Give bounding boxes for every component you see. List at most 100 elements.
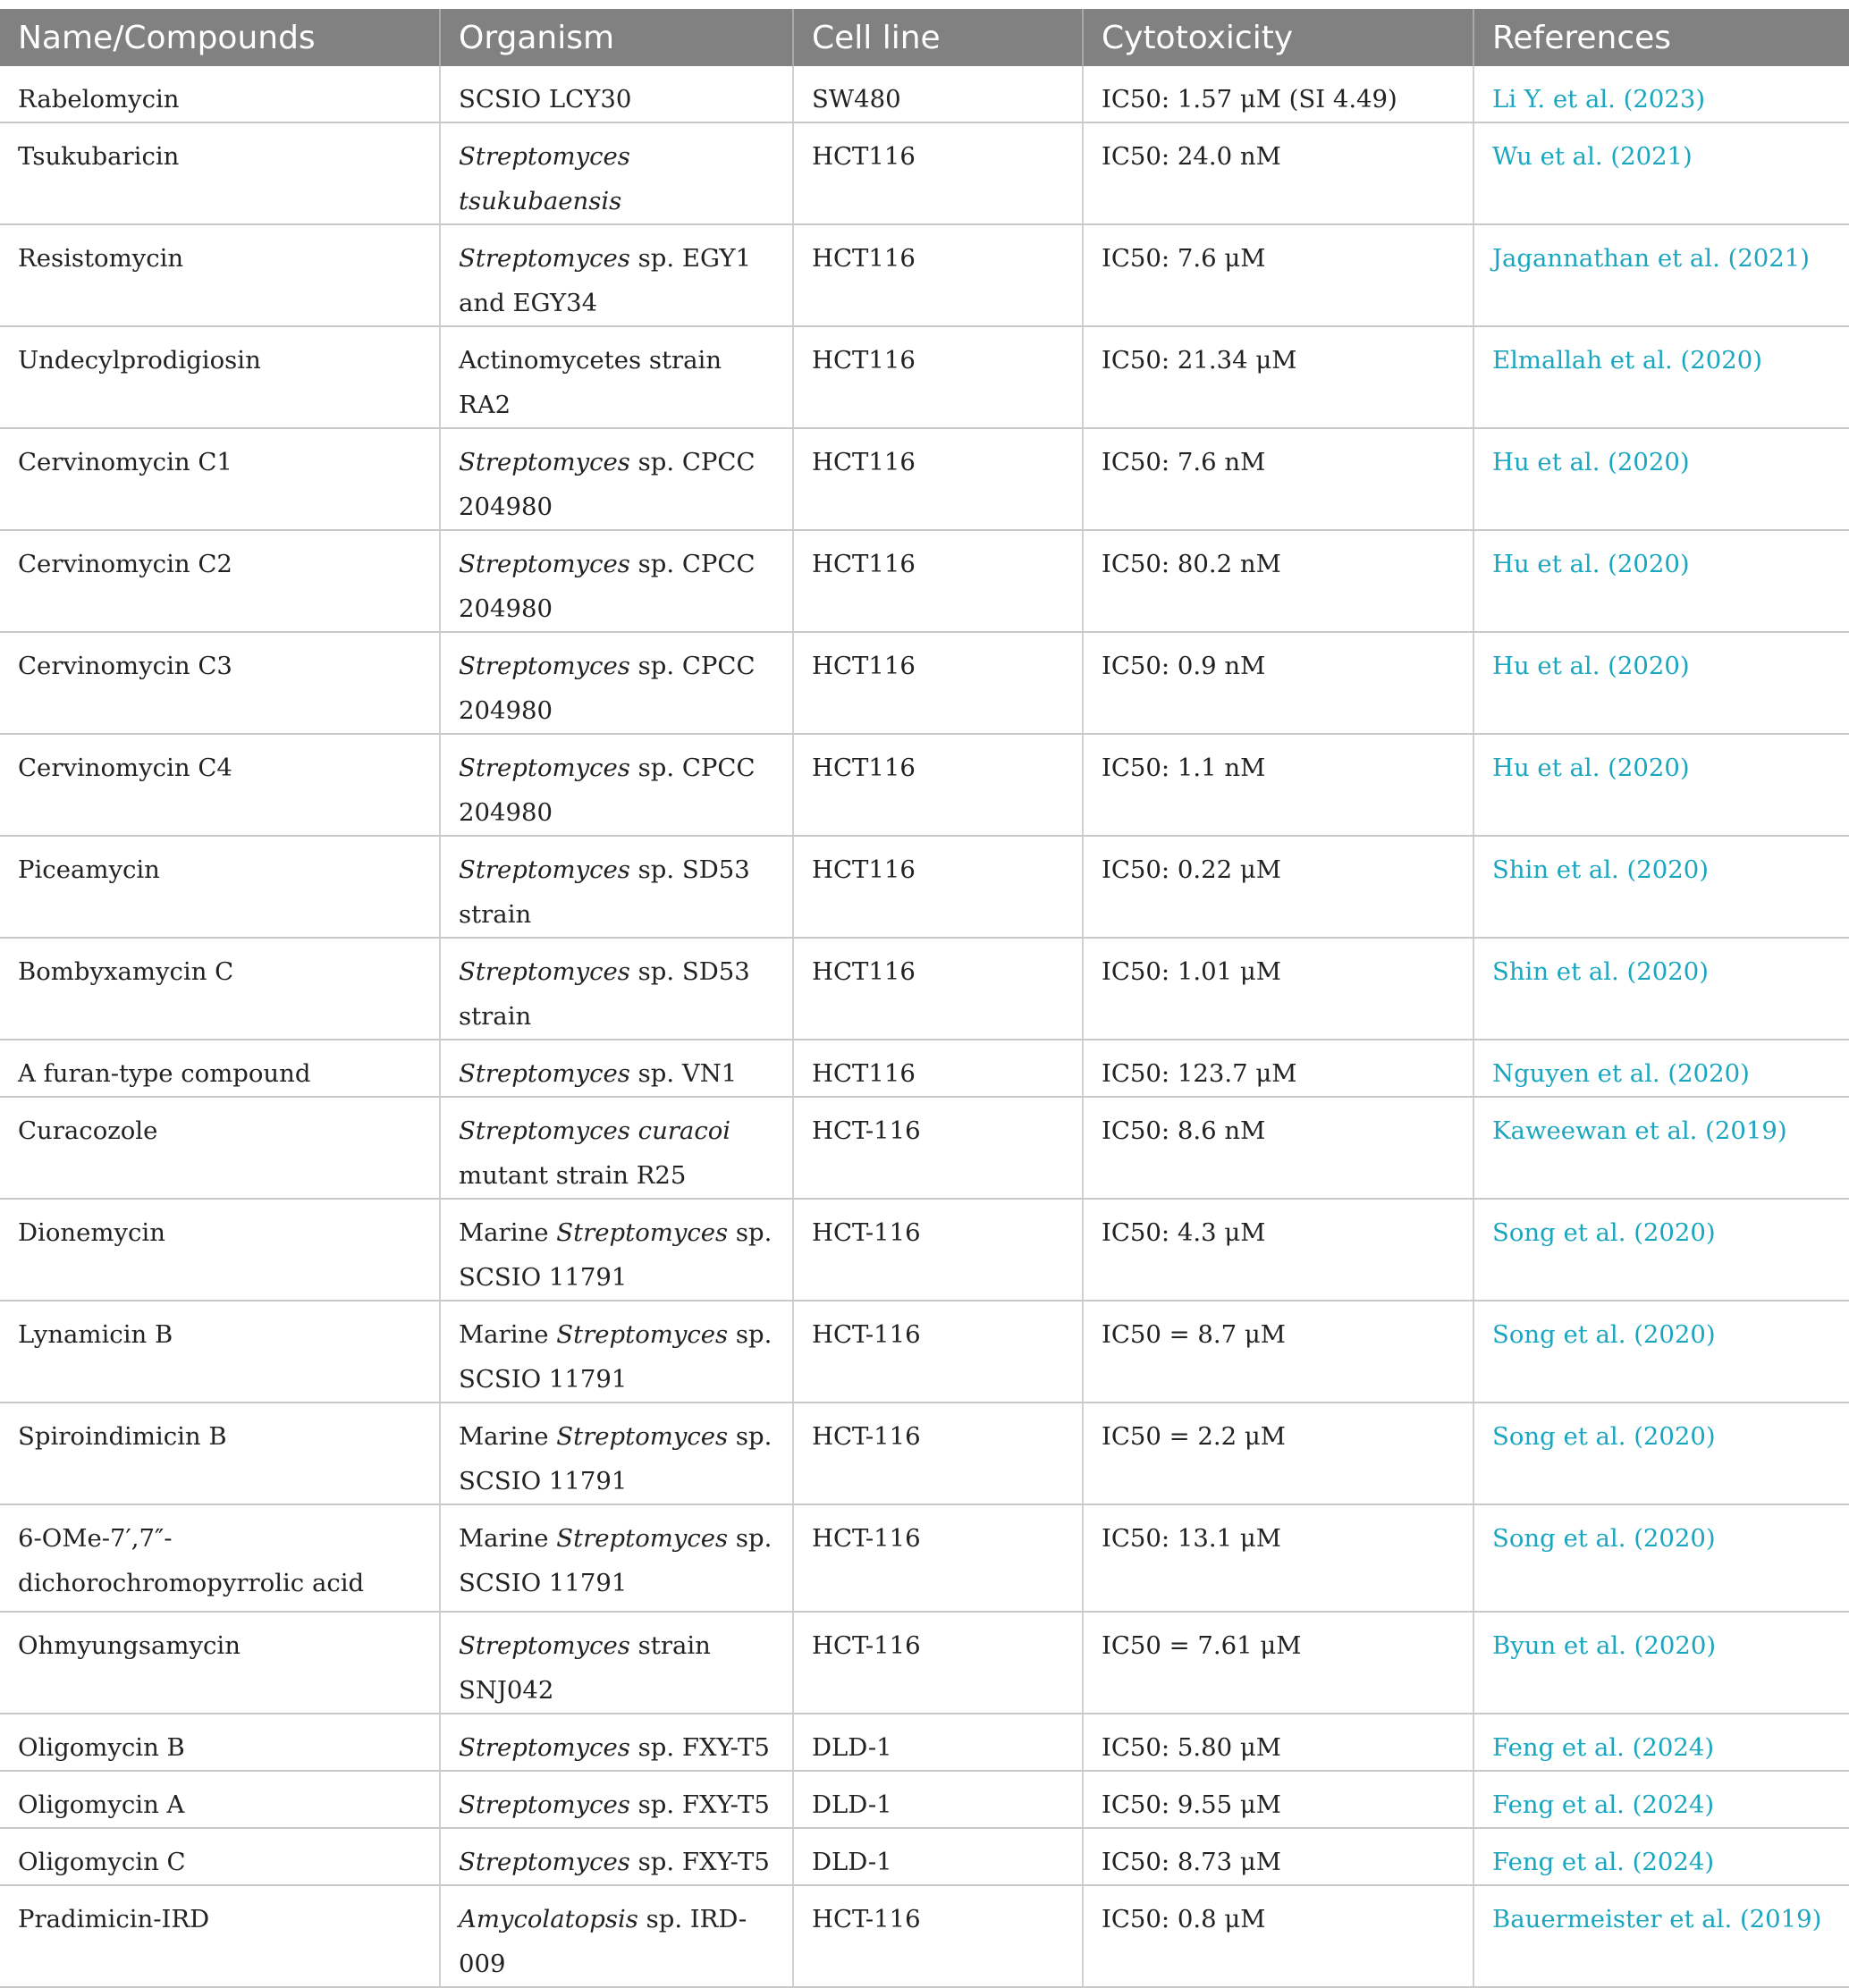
- cell-compound-name: Rabelomycin: [0, 66, 441, 123]
- organism-genus: Streptomyces: [459, 855, 630, 884]
- table-row: Curacozole Streptomyces curacoi mutant st…: [0, 1097, 1849, 1200]
- reference-link[interactable]: Bauermeister et al. (2019): [1473, 1885, 1849, 1988]
- cell-line: HCT-116: [793, 1097, 1084, 1200]
- cell-line: HCT-116: [793, 1504, 1084, 1613]
- reference-link[interactable]: Hu et al. (2020): [1473, 530, 1849, 633]
- table-row: Lynamicin B Marine Streptomyces sp. SCSIO…: [0, 1301, 1849, 1403]
- table-row: Spiroindimicin B Marine Streptomyces sp. …: [0, 1403, 1849, 1505]
- cell-organism: Marine Streptomyces sp. SCSIO 11791: [440, 1199, 794, 1301]
- organism-detail: sp. FXY-T5: [629, 1733, 770, 1762]
- cell-compound-name: Undecylprodigiosin: [0, 326, 441, 429]
- organism-genus: Streptomyces: [556, 1218, 729, 1247]
- organism-detail: Actinomycetes strain RA2: [459, 346, 722, 419]
- cell-compound-name: Oligomycin A: [0, 1771, 441, 1829]
- cell-line: DLD-1: [793, 1771, 1084, 1829]
- cell-line: HCT116: [793, 428, 1084, 531]
- table-row: Piceamycin Streptomyces sp. SD53 strain HC…: [0, 836, 1849, 939]
- cell-compound-name: Bombyxamycin C: [0, 938, 441, 1040]
- reference-link[interactable]: Byun et al. (2020): [1473, 1612, 1849, 1714]
- organism-genus: Streptomyces tsukubaensis: [459, 142, 630, 215]
- cell-organism: Actinomycetes strain RA2: [440, 326, 794, 429]
- organism-detail: sp. FXY-T5: [629, 1848, 770, 1876]
- cell-cytotoxicity: IC50: 5.80 μM: [1083, 1714, 1474, 1772]
- reference-link[interactable]: Jagannathan et al. (2021): [1473, 224, 1849, 327]
- cell-cytotoxicity: IC50: 21.34 μM: [1083, 326, 1474, 429]
- cell-cytotoxicity: IC50: 8.73 μM: [1083, 1828, 1474, 1886]
- reference-link[interactable]: Song et al. (2020): [1473, 1403, 1849, 1505]
- cell-organism: Amycolatopsis sp. IRD-009: [440, 1885, 794, 1988]
- reference-link[interactable]: Feng et al. (2024): [1473, 1714, 1849, 1772]
- cell-compound-name: Oligomycin C: [0, 1828, 441, 1886]
- organism-genus: Streptomyces: [459, 1848, 630, 1876]
- table-row: Oligomycin B Streptomyces sp. FXY-T5 DLD-1…: [0, 1714, 1849, 1772]
- reference-link[interactable]: Song et al. (2020): [1473, 1199, 1849, 1301]
- organism-prefix: Marine: [459, 1422, 557, 1451]
- organism-genus: Streptomyces: [459, 1059, 630, 1088]
- organism-genus: Streptomyces: [556, 1524, 729, 1553]
- cell-organism: Streptomyces sp. SD53 strain: [440, 938, 794, 1040]
- cell-cytotoxicity: IC50: 4.3 μM: [1083, 1199, 1474, 1301]
- reference-link[interactable]: Hu et al. (2020): [1473, 734, 1849, 837]
- cell-line: DLD-1: [793, 1828, 1084, 1886]
- cell-organism: SCSIO LCY30: [440, 66, 794, 123]
- table-container: Name/Compounds Organism Cell line Cytoto…: [0, 9, 1849, 1988]
- cell-organism: Streptomyces sp. SD53 strain: [440, 836, 794, 939]
- cell-cytotoxicity: IC50: 9.55 μM: [1083, 1771, 1474, 1829]
- cell-line: HCT-116: [793, 1403, 1084, 1505]
- cell-cytotoxicity: IC50 = 2.2 μM: [1083, 1403, 1474, 1505]
- column-header-name: Name/Compounds: [0, 9, 441, 66]
- cell-cytotoxicity: IC50 = 8.7 μM: [1083, 1301, 1474, 1403]
- cell-organism: Streptomyces sp. CPCC 204980: [440, 530, 794, 633]
- table-row: Cervinomycin C1 Streptomyces sp. CPCC 204…: [0, 428, 1849, 531]
- table-row: Dionemycin Marine Streptomyces sp. SCSIO …: [0, 1199, 1849, 1301]
- cell-compound-name: Pradimicin-IRD: [0, 1885, 441, 1988]
- organism-detail: sp. FXY-T5: [629, 1790, 770, 1819]
- cell-organism: Streptomyces tsukubaensis: [440, 122, 794, 225]
- cell-cytotoxicity: IC50: 7.6 nM: [1083, 428, 1474, 531]
- organism-detail: sp. VN1: [629, 1059, 738, 1088]
- reference-link[interactable]: Song et al. (2020): [1473, 1301, 1849, 1403]
- reference-link[interactable]: Feng et al. (2024): [1473, 1771, 1849, 1829]
- cell-line: HCT116: [793, 326, 1084, 429]
- cell-compound-name: Piceamycin: [0, 836, 441, 939]
- cell-compound-name: Cervinomycin C3: [0, 632, 441, 735]
- reference-link[interactable]: Feng et al. (2024): [1473, 1828, 1849, 1886]
- reference-link[interactable]: Hu et al. (2020): [1473, 632, 1849, 735]
- table-row: Cervinomycin C4 Streptomyces sp. CPCC 204…: [0, 734, 1849, 837]
- reference-link[interactable]: Shin et al. (2020): [1473, 836, 1849, 939]
- cell-compound-name: Tsukubaricin: [0, 122, 441, 225]
- cell-cytotoxicity: IC50: 7.6 μM: [1083, 224, 1474, 327]
- cell-organism: Streptomyces sp. CPCC 204980: [440, 632, 794, 735]
- organism-genus: Amycolatopsis: [459, 1905, 638, 1933]
- organism-genus: Streptomyces: [459, 754, 630, 782]
- cell-line: HCT-116: [793, 1199, 1084, 1301]
- reference-link[interactable]: Li Y. et al. (2023): [1473, 66, 1849, 123]
- reference-link[interactable]: Elmallah et al. (2020): [1473, 326, 1849, 429]
- table-row: Ohmyungsamycin Streptomyces strain SNJ042…: [0, 1612, 1849, 1714]
- cell-cytotoxicity: IC50 = 7.61 μM: [1083, 1612, 1474, 1714]
- column-header-cell-line: Cell line: [793, 9, 1084, 66]
- cell-organism: Streptomyces sp. FXY-T5: [440, 1771, 794, 1829]
- reference-link[interactable]: Song et al. (2020): [1473, 1504, 1849, 1613]
- cell-compound-name: Oligomycin B: [0, 1714, 441, 1772]
- cell-organism: Streptomyces sp. CPCC 204980: [440, 428, 794, 531]
- table-row: Rabelomycin SCSIO LCY30 SW480 IC50: 1.57 μM…: [0, 66, 1849, 123]
- reference-link[interactable]: Shin et al. (2020): [1473, 938, 1849, 1040]
- cell-line: HCT116: [793, 632, 1084, 735]
- reference-link[interactable]: Nguyen et al. (2020): [1473, 1040, 1849, 1098]
- cell-cytotoxicity: IC50: 80.2 nM: [1083, 530, 1474, 633]
- reference-link[interactable]: Wu et al. (2021): [1473, 122, 1849, 225]
- cell-line: DLD-1: [793, 1714, 1084, 1772]
- compounds-table: Name/Compounds Organism Cell line Cytoto…: [0, 9, 1849, 1988]
- reference-link[interactable]: Hu et al. (2020): [1473, 428, 1849, 531]
- column-header-organism: Organism: [440, 9, 794, 66]
- cell-organism: Streptomyces sp. FXY-T5: [440, 1828, 794, 1886]
- table-row: Oligomycin A Streptomyces sp. FXY-T5 DLD-1…: [0, 1771, 1849, 1829]
- table-row: Cervinomycin C2 Streptomyces sp. CPCC 204…: [0, 530, 1849, 633]
- cell-compound-name: Dionemycin: [0, 1199, 441, 1301]
- reference-link[interactable]: Kaweewan et al. (2019): [1473, 1097, 1849, 1200]
- cell-organism: Marine Streptomyces sp. SCSIO 11791: [440, 1504, 794, 1613]
- table-row: Pradimicin-IRD Amycolatopsis sp. IRD-009 H…: [0, 1885, 1849, 1988]
- organism-genus: Streptomyces curacoi: [459, 1116, 731, 1145]
- table-body: Rabelomycin SCSIO LCY30 SW480 IC50: 1.57 μM…: [0, 66, 1849, 1988]
